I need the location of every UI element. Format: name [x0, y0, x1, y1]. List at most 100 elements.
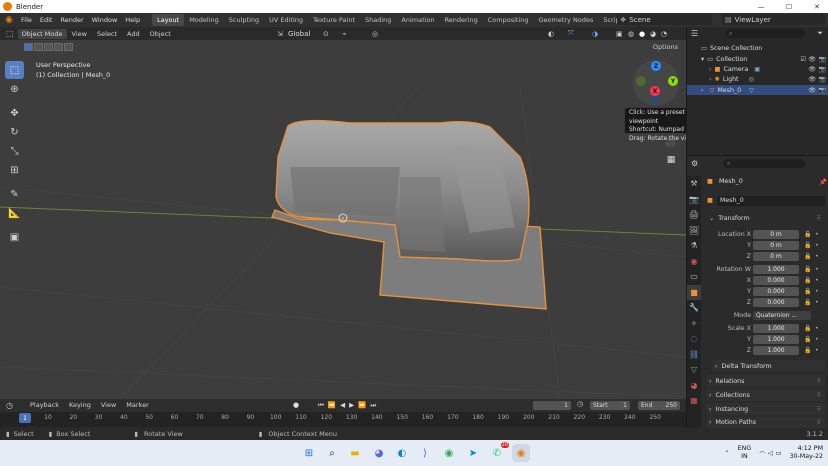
view-layer-selector[interactable]: ▤ ViewLayer: [722, 14, 825, 25]
gizmo-neg-y-axis[interactable]: [636, 76, 646, 86]
material-shading-icon[interactable]: ◕: [650, 30, 656, 38]
keyframe-dot-icon[interactable]: •: [815, 347, 819, 354]
transform-orientation-dropdown[interactable]: Global: [288, 30, 310, 38]
clock[interactable]: 4:12 PM 30-May-22: [790, 445, 823, 461]
tab-rendering[interactable]: Rendering: [440, 14, 483, 26]
motion-paths-section[interactable]: › Motion Paths ⠿: [706, 417, 825, 428]
keyframe-dot-icon[interactable]: •: [815, 266, 819, 273]
rotate-icon[interactable]: ↻: [5, 123, 24, 141]
object-tab-icon[interactable]: ■: [687, 284, 701, 300]
gizmo-y-axis[interactable]: Y: [668, 76, 678, 86]
tab-layout[interactable]: Layout: [152, 14, 185, 26]
wifi-icon[interactable]: ◠: [759, 450, 765, 457]
options-dropdown[interactable]: Options: [653, 43, 678, 51]
scale-icon[interactable]: ⤡: [5, 142, 24, 160]
record-icon[interactable]: ●: [293, 401, 299, 409]
wireframe-shading-icon[interactable]: ◍: [628, 30, 634, 38]
menu-file[interactable]: File: [17, 16, 36, 24]
vscode-icon[interactable]: ⟩: [416, 444, 434, 462]
data-tab-icon[interactable]: ▽: [687, 362, 701, 378]
telegram-icon[interactable]: ➤: [464, 444, 482, 462]
keyframe-dot-icon[interactable]: •: [815, 253, 819, 260]
perspective-toggle-icon[interactable]: ▦: [664, 153, 678, 167]
tab-compositing[interactable]: Compositing: [483, 14, 534, 26]
edge-icon[interactable]: ◐: [393, 444, 411, 462]
select-set-icon[interactable]: [24, 43, 33, 51]
view-layer-tab-icon[interactable]: 🖼: [687, 223, 701, 239]
lock-icon[interactable]: 🔓: [804, 325, 811, 332]
keyframe-dot-icon[interactable]: •: [815, 325, 819, 332]
end-frame-field[interactable]: End 250: [638, 401, 680, 410]
transform-icon[interactable]: ⊞: [5, 161, 24, 179]
tab-modeling[interactable]: Modeling: [184, 14, 224, 26]
world-tab-icon[interactable]: ◉: [687, 254, 701, 270]
gizmo-toggle-icon[interactable]: ⤧: [568, 29, 574, 38]
xray-icon[interactable]: ▣: [616, 30, 623, 38]
drag-handle-icon[interactable]: ⠿: [817, 392, 821, 399]
timeline-menu-playback[interactable]: Playback: [25, 401, 64, 409]
keyframe-dot-icon[interactable]: •: [815, 288, 819, 295]
file-explorer-icon[interactable]: ▬: [346, 444, 364, 462]
clock-icon[interactable]: ◷: [577, 400, 583, 408]
select-invert-icon[interactable]: [54, 43, 63, 51]
current-frame-field[interactable]: 1: [533, 401, 571, 410]
menu-help[interactable]: Help: [121, 16, 144, 24]
drag-handle-icon[interactable]: ⠿: [817, 378, 821, 385]
tab-shading[interactable]: Shading: [360, 14, 396, 26]
lock-icon[interactable]: 🔓: [804, 242, 811, 249]
close-button[interactable]: ✕: [806, 0, 828, 13]
outliner-item-camera[interactable]: › ■ Camera ▣ 👁 📷: [687, 64, 828, 74]
navigation-gizmo[interactable]: Z Y X: [633, 60, 679, 106]
overlay-toggle-icon[interactable]: ◑: [592, 30, 598, 38]
properties-search-input[interactable]: ⌕: [723, 159, 805, 168]
rotation-x-field[interactable]: 0.000: [753, 276, 799, 285]
properties-editor-icon[interactable]: ⚙: [691, 159, 698, 168]
pin-icon[interactable]: 📌: [819, 178, 827, 186]
light-eye-icon[interactable]: 👁: [808, 76, 816, 83]
render-tab-icon[interactable]: 📷: [687, 192, 701, 208]
relations-section[interactable]: › Relations ⠿: [706, 375, 825, 387]
chrome-icon[interactable]: ◉: [440, 444, 458, 462]
3d-viewport[interactable]: ⬚ Object Mode View Select Add Object ⇲ G…: [0, 27, 686, 399]
keyframe-dot-icon[interactable]: •: [815, 242, 819, 249]
object-name-field[interactable]: Mesh_0: [717, 195, 825, 206]
solid-shading-icon[interactable]: ●: [639, 30, 645, 38]
tool-tab-icon[interactable]: ⚒: [687, 176, 701, 192]
outliner-item-light[interactable]: › ✺ Light ◎ 👁 📷: [687, 74, 828, 84]
viewport-menu-select[interactable]: Select: [92, 30, 122, 38]
outliner-scene-collection[interactable]: ▭ Scene Collection: [687, 43, 828, 53]
drag-handle-icon[interactable]: ⠿: [817, 215, 821, 222]
add-cube-icon[interactable]: ▣: [5, 228, 24, 246]
rotation-y-field[interactable]: 0.000: [753, 287, 799, 296]
volume-icon[interactable]: ◁: [768, 450, 773, 457]
collection-eye-icon[interactable]: 👁: [808, 56, 816, 63]
gizmo-x-axis[interactable]: X: [650, 86, 660, 96]
location-y-field[interactable]: 0 m: [753, 241, 799, 250]
rotation-mode-dropdown[interactable]: Quaternion ...: [753, 311, 811, 320]
output-tab-icon[interactable]: 🖨: [687, 207, 701, 223]
modifiers-tab-icon[interactable]: 🔧: [687, 300, 701, 316]
collections-section[interactable]: › Collections ⠿: [706, 389, 825, 401]
lock-icon[interactable]: 🔓: [804, 288, 811, 295]
gizmo-neg-z-axis[interactable]: [651, 96, 659, 104]
viewport-menu-object[interactable]: Object: [145, 30, 176, 38]
annotate-icon[interactable]: ✎: [5, 185, 24, 203]
pivot-icon[interactable]: ⊙: [323, 30, 329, 38]
language-indicator[interactable]: ENG IN: [738, 445, 752, 461]
instancing-section[interactable]: › Instancing ⠿: [706, 403, 825, 415]
delta-transform-section[interactable]: › Delta Transform: [712, 360, 825, 372]
blender-taskbar-icon[interactable]: ◉: [512, 444, 530, 462]
editor-type-icon[interactable]: ⬚: [6, 29, 14, 38]
outliner-editor-icon[interactable]: ☰: [691, 29, 698, 38]
measure-icon[interactable]: 📐: [5, 204, 24, 222]
keyframe-dot-icon[interactable]: •: [815, 277, 819, 284]
collection-tab-icon[interactable]: ▭: [687, 269, 701, 285]
outliner-item-mesh[interactable]: › ▽ Mesh_0 ▽ 👁 📷: [687, 85, 828, 95]
scale-z-field[interactable]: 1.000: [753, 346, 799, 355]
minimize-button[interactable]: —: [750, 0, 772, 13]
timeline-menu-keying[interactable]: Keying: [64, 401, 96, 409]
lock-icon[interactable]: 🔓: [804, 231, 811, 238]
lock-icon[interactable]: 🔓: [804, 277, 811, 284]
start-frame-field[interactable]: Start 1: [590, 401, 630, 410]
visibility-icon[interactable]: ◐: [548, 30, 554, 38]
